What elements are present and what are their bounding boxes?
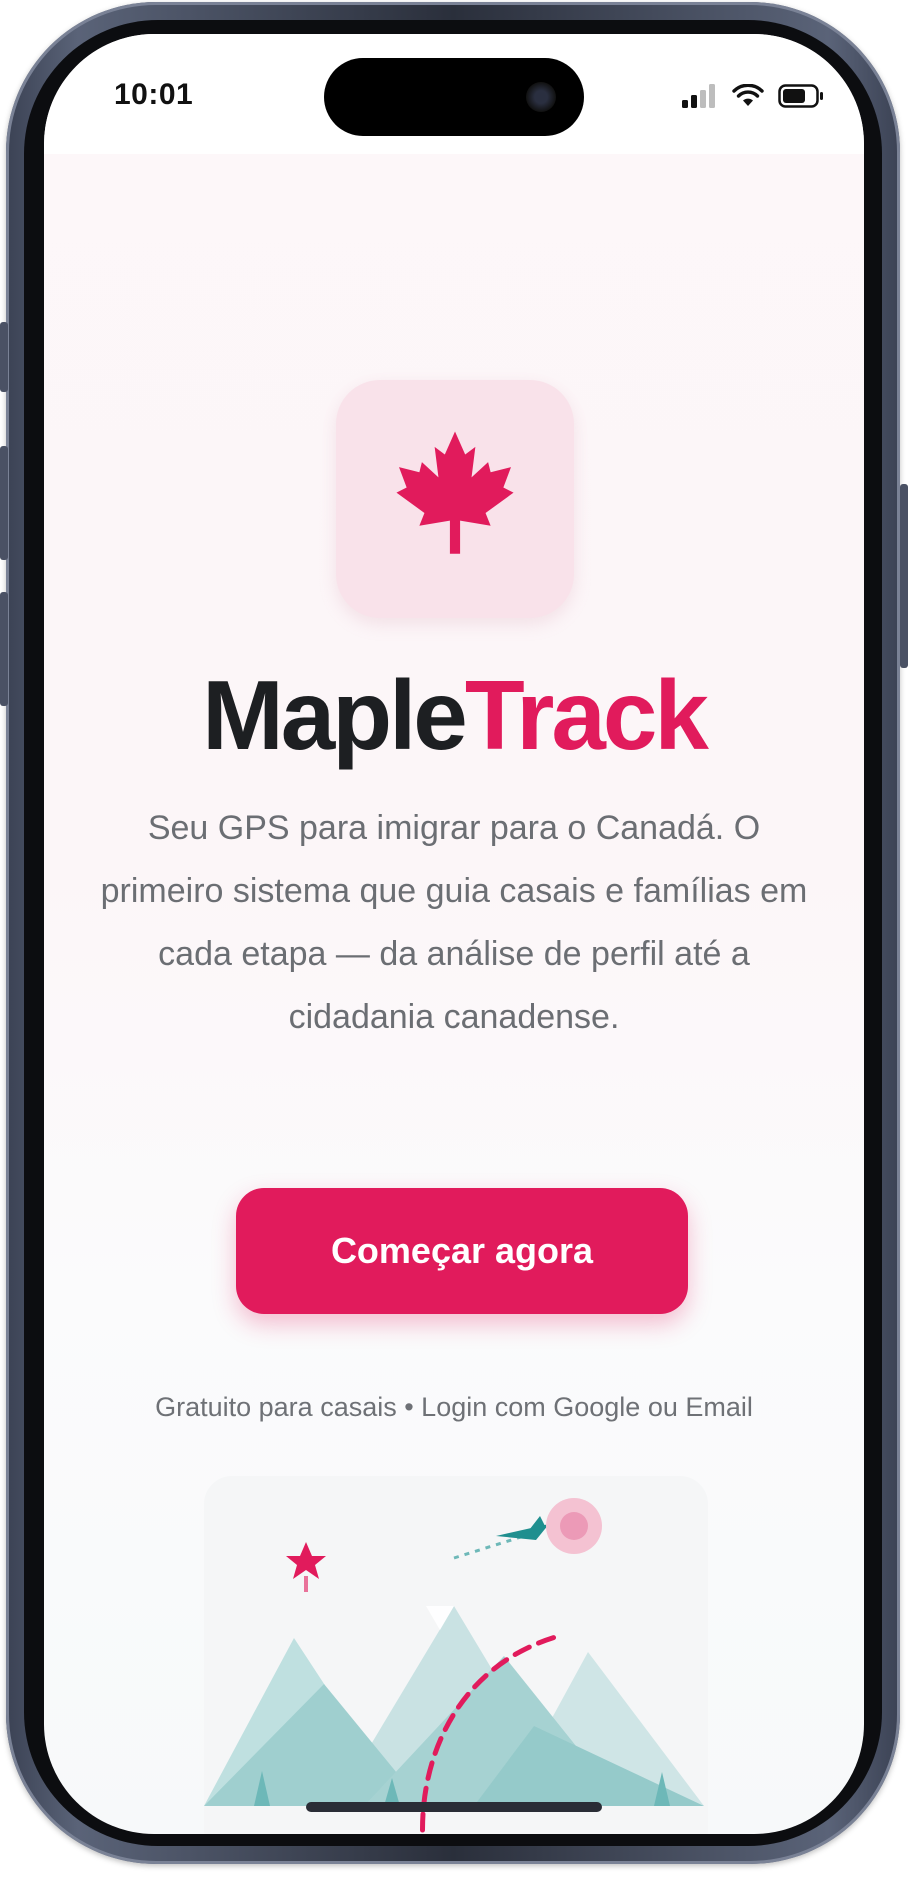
camera-icon (526, 82, 556, 112)
status-time: 10:01 (114, 78, 194, 111)
maple-leaf-icon (396, 431, 514, 554)
home-indicator[interactable] (306, 1802, 602, 1812)
power-button (900, 484, 908, 668)
plane-icon (496, 1516, 549, 1540)
brand-part-track: Track (464, 660, 709, 770)
dynamic-island (324, 58, 584, 136)
hero-tagline: Seu GPS para imigrar para o Canadá. O pr… (100, 809, 808, 1036)
volume-down-button (0, 592, 8, 706)
start-now-button[interactable]: Começar agora (236, 1188, 688, 1314)
screen: 10:01 MapleTrack Seu GPS para imigrar pa… (44, 34, 864, 1834)
star-icon (286, 1542, 326, 1592)
mountains-illustration (204, 1498, 704, 1834)
status-bar: 10:01 (44, 34, 864, 154)
signup-note: Gratuito para casais • Login com Google … (155, 1392, 753, 1422)
action-button (0, 322, 8, 392)
volume-up-button (0, 446, 8, 560)
status-icons (682, 84, 824, 108)
battery-icon (778, 84, 823, 108)
cellular-signal-icon (682, 84, 715, 108)
brand-wordmark: MapleTrack (44, 666, 864, 764)
journey-illustration (204, 1476, 708, 1834)
brand-part-maple: Maple (202, 660, 468, 770)
app-logo-tile (336, 380, 574, 618)
wifi-icon (732, 84, 764, 106)
